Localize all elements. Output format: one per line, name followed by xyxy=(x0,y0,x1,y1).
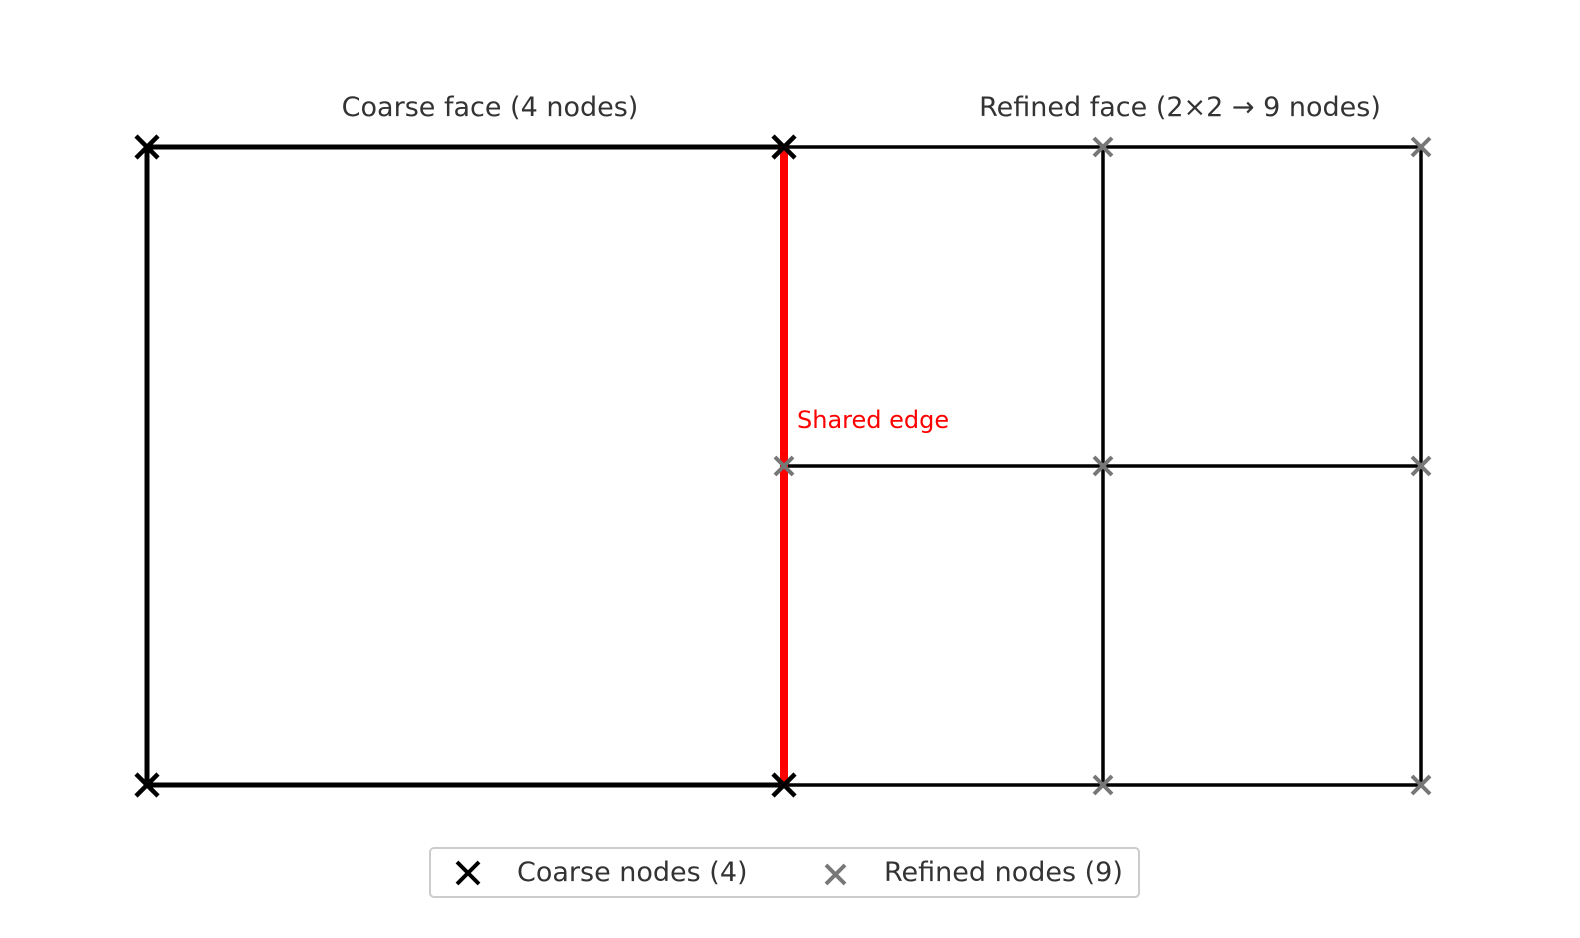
coarse-face xyxy=(144,144,784,788)
coarse-nodes xyxy=(134,134,797,798)
legend: Coarse nodes (4) Refined nodes (9) xyxy=(429,847,1140,898)
mesh-refinement-diagram: Coarse face (4 nodes) Refined face (2×2 … xyxy=(134,92,1432,898)
shared-edge-label: Shared edge xyxy=(797,406,949,434)
refined-face-title: Refined face (2×2 → 9 nodes) xyxy=(979,92,1381,123)
legend-refined-label: Refined nodes (9) xyxy=(884,857,1123,888)
coarse-face-title: Coarse face (4 nodes) xyxy=(342,92,639,123)
legend-coarse-label: Coarse nodes (4) xyxy=(517,857,748,888)
